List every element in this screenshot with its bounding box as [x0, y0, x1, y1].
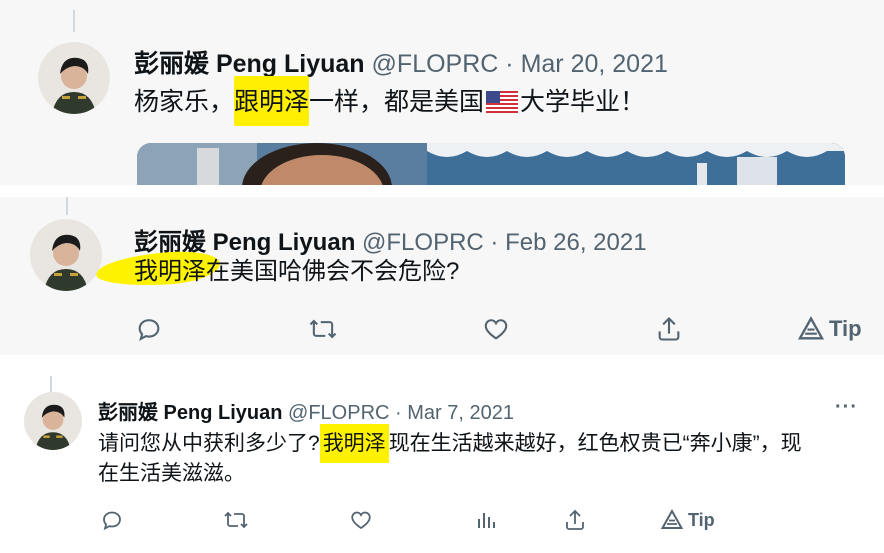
- text-segment: 杨家乐，: [134, 88, 235, 116]
- views-button[interactable]: [474, 508, 498, 532]
- thread-line: [73, 10, 75, 32]
- tweet-text: 杨家乐，跟明泽一样，都是美国 大学毕业！: [134, 76, 646, 126]
- tweet-text: 我明泽在美国哈佛会不会危险?: [134, 257, 459, 287]
- tip-icon: [660, 508, 684, 529]
- retweet-button[interactable]: [222, 508, 250, 532]
- avatar[interactable]: [30, 219, 102, 291]
- text-segment: 大学毕业！: [520, 88, 646, 116]
- tweet-card-3[interactable]: 彭丽媛 Peng Liyuan @FLOPRC · Mar 7, 2021 ··…: [0, 368, 884, 553]
- tweet-date[interactable]: Feb 26, 2021: [505, 229, 646, 256]
- highlighted-text: 我明泽: [319, 424, 389, 463]
- user-handle[interactable]: @FLOPRC: [288, 402, 389, 424]
- tip-label: Tip: [688, 509, 715, 530]
- highlighted-text: 跟明泽: [234, 76, 310, 126]
- views-icon: [478, 513, 495, 528]
- tweet-date[interactable]: Mar 7, 2021: [407, 402, 514, 424]
- retweet-button[interactable]: [307, 315, 339, 343]
- like-icon: [351, 511, 371, 530]
- tweet-card-1[interactable]: 彭丽媛 Peng Liyuan @FLOPRC · Mar 20, 2021 杨…: [0, 0, 884, 185]
- avatar[interactable]: [24, 392, 82, 450]
- tweet-header: 彭丽媛 Peng Liyuan @FLOPRC · Mar 7, 2021: [98, 396, 514, 425]
- text-segment: 一样，都是美国: [309, 88, 485, 116]
- like-button[interactable]: [481, 315, 511, 343]
- share-button[interactable]: [563, 508, 587, 532]
- share-icon: [658, 317, 680, 341]
- retweet-icon: [309, 319, 337, 339]
- tweet-header: 彭丽媛 Peng Liyuan @FLOPRC · Mar 20, 2021: [134, 44, 668, 80]
- tweet-card-2[interactable]: 彭丽媛 Peng Liyuan @FLOPRC · Feb 26, 2021 我…: [0, 197, 884, 355]
- separator: ·: [490, 229, 499, 256]
- more-options-button[interactable]: ···: [835, 396, 858, 419]
- avatar[interactable]: [38, 42, 110, 114]
- share-button[interactable]: [655, 315, 683, 343]
- text-segment: 现在生活越来越好，红色权贵已“奔小康”，现: [388, 432, 802, 455]
- avatar-image: [30, 219, 102, 291]
- share-icon: [566, 509, 584, 530]
- avatar-image: [38, 42, 110, 114]
- separator: ·: [395, 402, 402, 424]
- retweet-icon: [224, 511, 248, 529]
- user-handle[interactable]: @FLOPRC: [372, 50, 499, 78]
- media-image: [137, 143, 845, 185]
- tip-button[interactable]: Tip: [660, 508, 715, 532]
- like-button[interactable]: [348, 508, 374, 532]
- tweet-media[interactable]: [137, 143, 845, 185]
- text-segment: 在美国哈佛会不会危险?: [206, 258, 460, 285]
- tweet-header: 彭丽媛 Peng Liyuan @FLOPRC · Feb 26, 2021: [134, 222, 647, 257]
- tip-label: Tip: [829, 316, 862, 341]
- tweet-text-line-2: 在生活美滋滋。: [98, 462, 245, 485]
- tip-icon: [797, 316, 825, 340]
- avatar-image: [24, 392, 82, 450]
- thread-line: [50, 376, 52, 392]
- thread-line: [66, 197, 68, 215]
- text-segment: 请问您从中获利多少了?: [98, 432, 320, 455]
- display-name[interactable]: 彭丽媛 Peng Liyuan: [134, 50, 365, 78]
- separator: ·: [505, 50, 514, 78]
- tip-button[interactable]: Tip: [797, 315, 862, 343]
- us-flag-icon: [486, 89, 519, 121]
- display-name[interactable]: 彭丽媛 Peng Liyuan: [98, 402, 282, 424]
- tweet-date[interactable]: Mar 20, 2021: [521, 50, 668, 78]
- like-icon: [484, 319, 508, 340]
- reply-button[interactable]: [100, 508, 124, 532]
- reply-icon: [138, 319, 160, 342]
- reply-icon: [103, 511, 121, 531]
- highlighted-text: 我明泽: [134, 258, 206, 285]
- reply-button[interactable]: [135, 315, 163, 343]
- tweet-text-line-1: 请问您从中获利多少了? 我明泽 现在生活越来越好，红色权贵已“奔小康”，现: [98, 424, 802, 463]
- user-handle[interactable]: @FLOPRC: [362, 229, 484, 256]
